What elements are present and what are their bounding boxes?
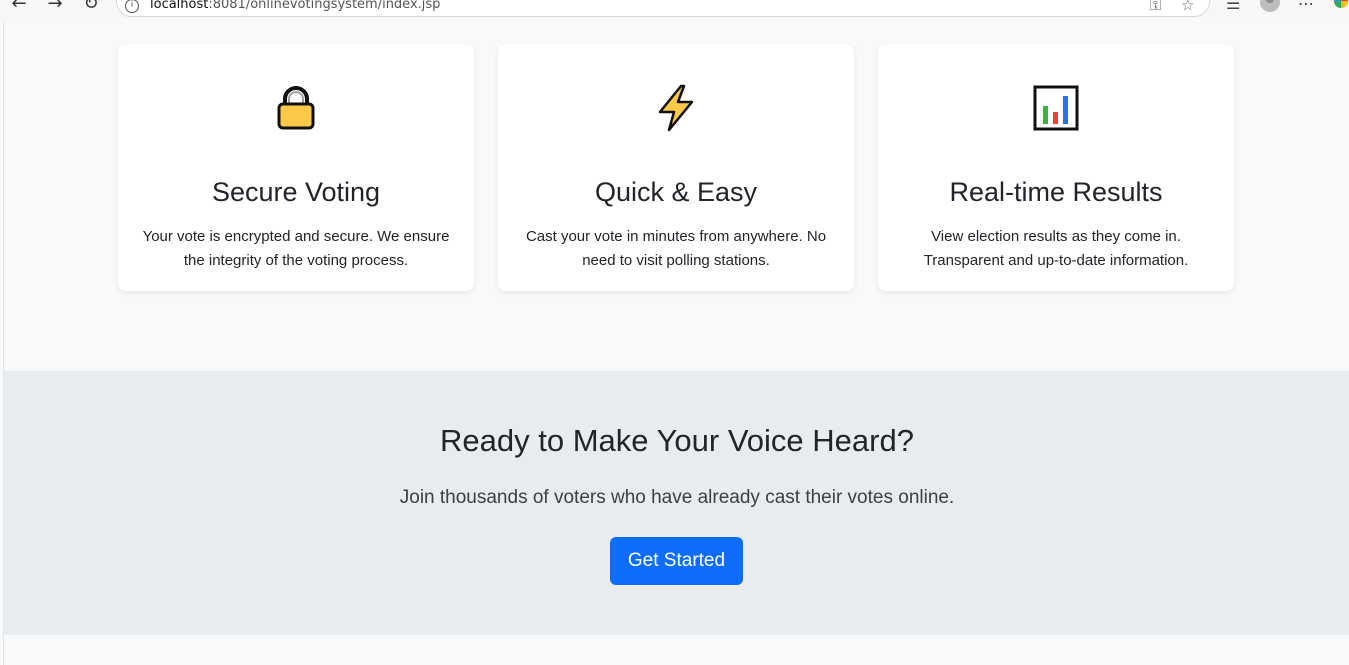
address-bar[interactable]: i localhost:8081/onlinevotingsystem/inde… xyxy=(116,0,1210,17)
cta-section: Ready to Make Your Voice Heard? Join tho… xyxy=(4,371,1349,635)
feature-card-secure-voting: Secure Voting Your vote is encrypted and… xyxy=(118,44,474,291)
feature-card-quick-easy: Quick & Easy Cast your vote in minutes f… xyxy=(498,44,854,291)
cta-title: Ready to Make Your Voice Heard? xyxy=(440,423,914,458)
card-title: Secure Voting xyxy=(211,177,381,207)
bar-chart-icon xyxy=(1033,85,1079,131)
info-icon[interactable]: i xyxy=(125,0,139,13)
card-title: Real-time Results xyxy=(949,177,1163,207)
card-title: Quick & Easy xyxy=(594,177,758,207)
avatar[interactable] xyxy=(1260,0,1280,12)
key-icon[interactable]: ⚿ xyxy=(1150,0,1161,14)
extension-icon[interactable] xyxy=(1334,0,1348,8)
browser-toolbar: ← → ↻ i localhost:8081/onlinevotingsyste… xyxy=(0,0,1349,18)
features-section: Secure Voting Your vote is encrypted and… xyxy=(4,18,1349,371)
reload-icon[interactable]: ↻ xyxy=(80,0,102,13)
star-icon[interactable]: ☆ xyxy=(1181,0,1194,14)
page-viewport: Secure Voting Your vote is encrypted and… xyxy=(3,18,1349,665)
card-text: Cast your vote in minutes from anywhere.… xyxy=(525,228,827,269)
card-text: Your vote is encrypted and secure. We en… xyxy=(142,228,450,269)
arrow-right-icon[interactable]: → xyxy=(44,0,66,13)
arrow-left-icon[interactable]: ← xyxy=(8,0,30,13)
cta-subtitle: Join thousands of voters who have alread… xyxy=(399,487,955,508)
card-text: View election results as they come in. T… xyxy=(923,228,1189,269)
url-text: localhost:8081/onlinevotingsystem/index.… xyxy=(150,0,441,12)
reading-list-icon[interactable]: ☰ xyxy=(1226,0,1240,13)
get-started-button[interactable]: Get Started xyxy=(610,537,743,585)
more-menu-icon[interactable]: ⋯ xyxy=(1298,0,1314,13)
lock-icon xyxy=(277,86,315,130)
lightning-icon xyxy=(658,84,694,132)
feature-card-real-time-results: Real-time Results View election results … xyxy=(878,44,1234,291)
